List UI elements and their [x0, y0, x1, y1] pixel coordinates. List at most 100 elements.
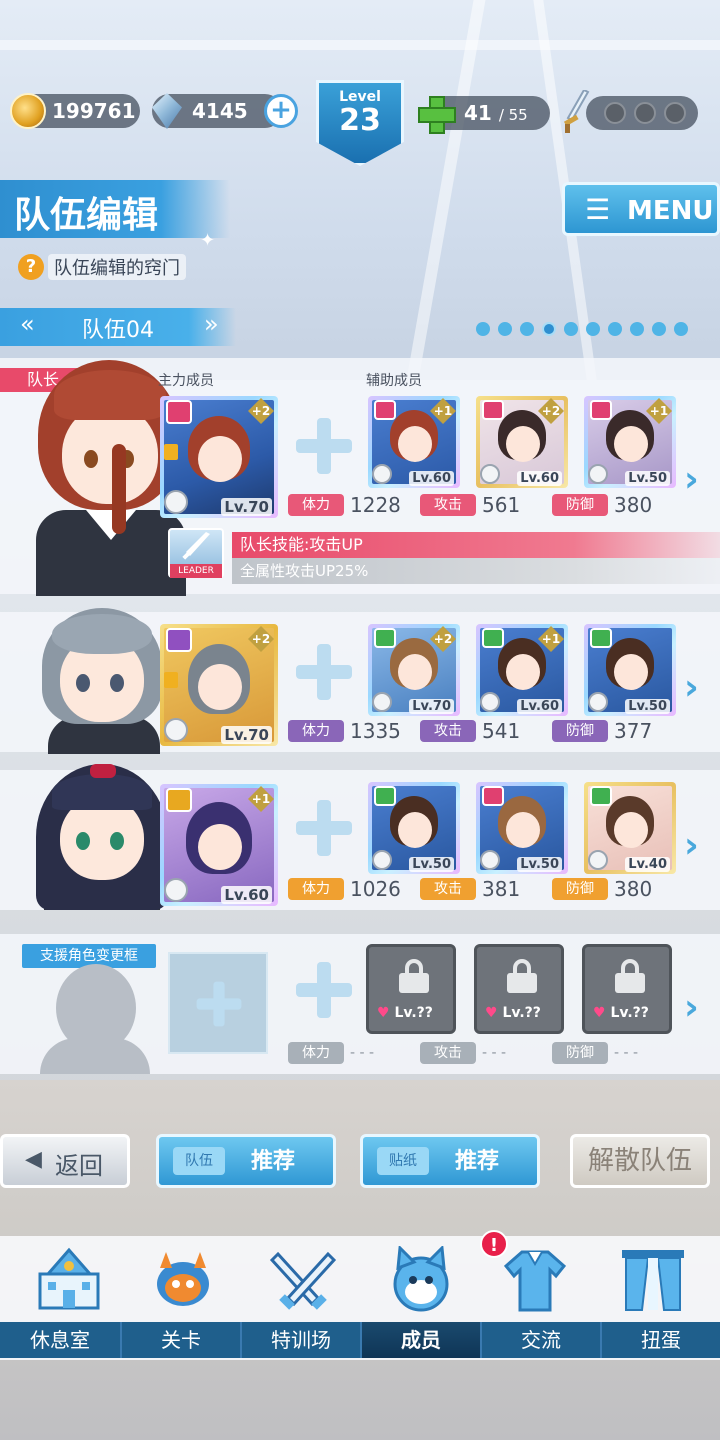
nav-item-members[interactable]: 成员 — [360, 1322, 480, 1358]
row-detail-arrow-icon[interactable]: › — [684, 988, 704, 1028]
team-page-dot[interactable] — [630, 322, 644, 336]
nav-item-training[interactable]: 特训场 — [240, 1322, 360, 1358]
member-portrait[interactable] — [28, 760, 178, 910]
disband-team-button[interactable]: 解散队伍 — [570, 1134, 710, 1188]
page-title-band: 队伍编辑 — [0, 180, 230, 238]
hint-link[interactable]: 队伍编辑的窍门 — [48, 254, 186, 280]
main-member-card[interactable]: +1 Lv.60 — [160, 784, 278, 906]
team-name: 队伍04 — [82, 318, 154, 343]
nav-item-exchange[interactable]: 交流 — [480, 1322, 600, 1358]
support-member-card[interactable]: Lv.50 — [368, 782, 460, 874]
atk-value: 561 — [482, 493, 521, 517]
sticker-recommend-label: 推荐 — [455, 1149, 500, 1174]
attribute-icon — [374, 628, 396, 648]
hint-icon[interactable]: ? — [18, 254, 44, 280]
row-detail-arrow-icon[interactable]: › — [684, 826, 704, 866]
heart-icon: ♥ — [377, 1005, 390, 1021]
back-arrow-icon: ◀ — [25, 1147, 42, 1172]
sparkle-icon: ✦ — [200, 230, 216, 251]
gear-icon — [164, 718, 188, 742]
support-member-card[interactable]: Lv.40 — [584, 782, 676, 874]
heart-icon: ♥ — [485, 1005, 498, 1021]
main-member-card[interactable]: +2 Lv.70 — [160, 624, 278, 746]
prev-team-button[interactable]: « — [20, 310, 35, 338]
team-recommend-button[interactable]: 队伍 推荐 — [156, 1134, 336, 1188]
nav-item-gacha[interactable]: 扭蛋 — [600, 1322, 720, 1358]
page-title: 队伍编辑 — [14, 195, 159, 236]
team-page-dot[interactable] — [652, 322, 666, 336]
leader-skill-desc: 全属性攻击UP25% — [232, 558, 720, 584]
card-level: Lv.70 — [221, 498, 272, 516]
stage-monster-icon[interactable] — [148, 1246, 218, 1316]
nav-item-stage[interactable]: 关卡 — [120, 1322, 240, 1358]
locked-support-slot[interactable]: ♥ Lv.?? — [582, 944, 672, 1034]
menu-button[interactable]: ☰ MENU — [562, 182, 720, 236]
team-page-dot[interactable] — [608, 322, 622, 336]
attribute-icon — [482, 786, 504, 806]
gacha-curtain-icon[interactable] — [618, 1246, 688, 1316]
gear-icon — [588, 850, 608, 870]
row-detail-arrow-icon[interactable]: › — [684, 460, 704, 500]
team-page-dot[interactable] — [520, 322, 534, 336]
weapon-icon — [588, 692, 608, 712]
lounge-building-icon[interactable] — [34, 1246, 104, 1316]
def-tag: 防御 — [552, 878, 608, 900]
weapon-icon — [372, 464, 392, 484]
team-recommend-tag: 队伍 — [173, 1147, 225, 1175]
menu-label: MENU — [627, 196, 714, 226]
support-member-card[interactable]: +1 Lv.50 — [584, 396, 676, 488]
locked-level: Lv.?? — [502, 1005, 541, 1021]
back-button[interactable]: ◀ 返回 — [0, 1134, 130, 1188]
level-value: 23 — [339, 103, 381, 138]
team-page-dot[interactable] — [542, 322, 556, 336]
member-portrait[interactable] — [28, 606, 178, 754]
training-crossed-swords-icon[interactable] — [268, 1246, 338, 1316]
locked-level: Lv.?? — [394, 1005, 433, 1021]
atk-tag: 攻击 — [420, 878, 476, 900]
card-level: Lv.50 — [625, 699, 670, 714]
next-team-button[interactable]: » — [204, 310, 219, 338]
empty-portrait-silhouette[interactable] — [40, 958, 150, 1074]
team-page-dot[interactable] — [476, 322, 490, 336]
attribute-icon — [482, 400, 504, 420]
buy-crystals-button[interactable]: + — [264, 94, 298, 128]
support-member-card[interactable]: +1 Lv.60 — [368, 396, 460, 488]
nav-item-lounge[interactable]: 休息室 — [0, 1322, 120, 1358]
locked-support-slot[interactable]: ♥ Lv.?? — [474, 944, 564, 1034]
sticker-recommend-button[interactable]: 贴纸 推荐 — [360, 1134, 540, 1188]
sticker-recommend-tag: 贴纸 — [377, 1147, 429, 1175]
team-recommend-label: 推荐 — [251, 1149, 296, 1174]
locked-level: Lv.?? — [610, 1005, 649, 1021]
attribute-icon — [590, 628, 612, 648]
main-member-card[interactable]: +2 Lv.70 — [160, 396, 278, 518]
team-page-dot[interactable] — [674, 322, 688, 336]
support-member-card[interactable]: Lv.50 — [584, 624, 676, 716]
atk-tag: 攻击 — [420, 720, 476, 742]
support-member-card[interactable]: +2 Lv.60 — [476, 396, 568, 488]
battle-slot-icon — [604, 102, 626, 124]
leader-skill-name: 队长技能:攻击UP — [232, 532, 720, 558]
members-mascot-icon[interactable] — [386, 1244, 456, 1316]
support-member-card[interactable]: +2 Lv.70 — [368, 624, 460, 716]
def-value: 380 — [614, 877, 653, 901]
support-member-card[interactable]: Lv.50 — [476, 782, 568, 874]
support-member-card[interactable]: +1 Lv.60 — [476, 624, 568, 716]
team-page-dot[interactable] — [586, 322, 600, 336]
hp-value: - - - — [350, 1045, 375, 1061]
atk-value: - - - — [482, 1045, 507, 1061]
locked-support-slot[interactable]: ♥ Lv.?? — [366, 944, 456, 1034]
attribute-icon — [374, 400, 396, 420]
team-page-dot[interactable] — [564, 322, 578, 336]
exchange-uniform-icon[interactable] — [500, 1246, 570, 1316]
battle-slot-icon — [664, 102, 686, 124]
hp-tag: 体力 — [288, 878, 344, 900]
lock-icon — [164, 444, 178, 460]
row-detail-arrow-icon[interactable]: › — [684, 668, 704, 708]
def-value: 377 — [614, 719, 653, 743]
def-tag: 防御 — [552, 494, 608, 516]
stamina-value: 41 — [464, 101, 492, 125]
attribute-icon — [590, 786, 612, 806]
empty-main-slot[interactable] — [168, 952, 268, 1054]
team-page-dot[interactable] — [498, 322, 512, 336]
card-level: Lv.60 — [517, 471, 562, 486]
